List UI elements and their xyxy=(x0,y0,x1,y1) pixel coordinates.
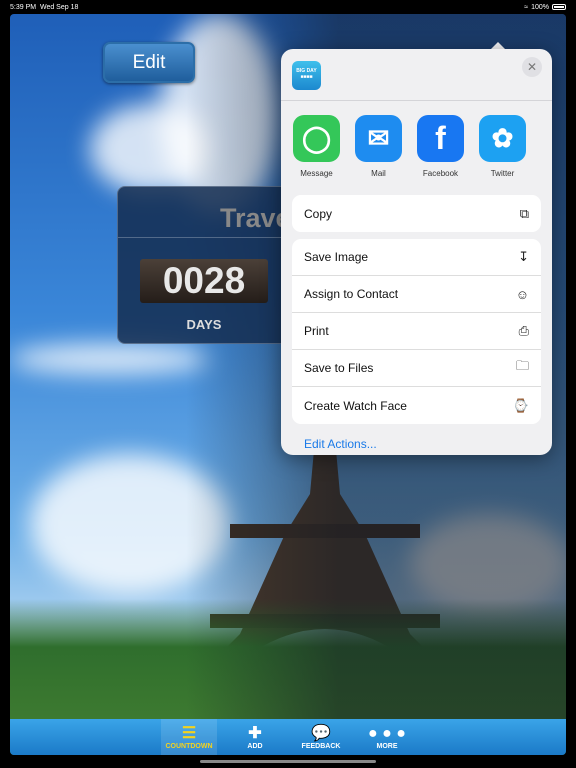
app-icon: BIG DAY ■■■■ xyxy=(292,61,321,90)
countdown-title: Trave xyxy=(220,203,291,233)
twitter-icon: ✿ xyxy=(479,115,526,162)
tab-more[interactable]: ● ● ● MORE xyxy=(359,719,415,755)
battery-percent: 100% xyxy=(531,3,549,11)
folder-icon: 🗀 xyxy=(515,358,529,373)
close-button[interactable]: ✕ xyxy=(522,57,542,77)
download-icon: ↧ xyxy=(518,249,529,264)
home-indicator[interactable] xyxy=(200,760,376,763)
speech-bubble-icon: 💬 xyxy=(311,724,331,742)
tab-bar: ☰ COUNTDOWN ✚ ADD 💬 FEEDBACK ● ● ● MORE xyxy=(10,719,566,755)
printer-icon: ⎙ xyxy=(518,323,529,338)
copy-icon: ⧉ xyxy=(519,205,529,221)
status-bar: 5:39 PM Wed Sep 18 ≈100% xyxy=(0,0,576,14)
countdown-value: 0028 xyxy=(140,259,268,303)
copy-action[interactable]: Copy ⧉ xyxy=(292,195,541,232)
status-time: 5:39 PM xyxy=(10,3,37,11)
tab-countdown[interactable]: ☰ COUNTDOWN xyxy=(161,719,217,755)
save-to-files-action[interactable]: Save to Files 🗀 xyxy=(292,350,541,387)
tab-add[interactable]: ✚ ADD xyxy=(227,719,283,755)
watch-icon: ⌚ xyxy=(512,397,529,413)
share-app-message[interactable]: ◯ Message xyxy=(293,115,340,191)
share-app-facebook[interactable]: f Facebook xyxy=(417,115,464,191)
assign-to-contact-action[interactable]: Assign to Contact ☺ xyxy=(292,276,541,313)
plus-icon: ✚ xyxy=(248,724,262,742)
more-dots-icon: ● ● ● xyxy=(368,724,406,742)
battery-icon xyxy=(552,4,566,10)
countdown-unit: DAYS xyxy=(186,317,222,332)
contact-icon: ☺ xyxy=(515,286,529,302)
edit-actions-link[interactable]: Edit Actions... xyxy=(281,424,552,455)
message-icon: ◯ xyxy=(293,115,340,162)
close-icon: ✕ xyxy=(526,60,538,74)
create-watch-face-action[interactable]: Create Watch Face ⌚ xyxy=(292,387,541,424)
save-image-action[interactable]: Save Image ↧ xyxy=(292,239,541,276)
tab-feedback[interactable]: 💬 FEEDBACK xyxy=(293,719,349,755)
share-app-twitter[interactable]: ✿ Twitter xyxy=(479,115,526,191)
edit-button[interactable]: Edit xyxy=(103,42,195,83)
mail-icon: ✉ xyxy=(355,115,402,162)
status-date: Wed Sep 18 xyxy=(39,3,79,11)
share-sheet: BIG DAY ■■■■ ✕ ◯ Message ✉ Mail f Facebook ✿… xyxy=(281,49,552,455)
print-action[interactable]: Print ⎙ xyxy=(292,313,541,350)
wifi-icon: ≈ xyxy=(524,3,529,11)
list-icon: ☰ xyxy=(181,724,197,742)
share-app-mail[interactable]: ✉ Mail xyxy=(355,115,402,191)
facebook-icon: f xyxy=(417,115,464,162)
